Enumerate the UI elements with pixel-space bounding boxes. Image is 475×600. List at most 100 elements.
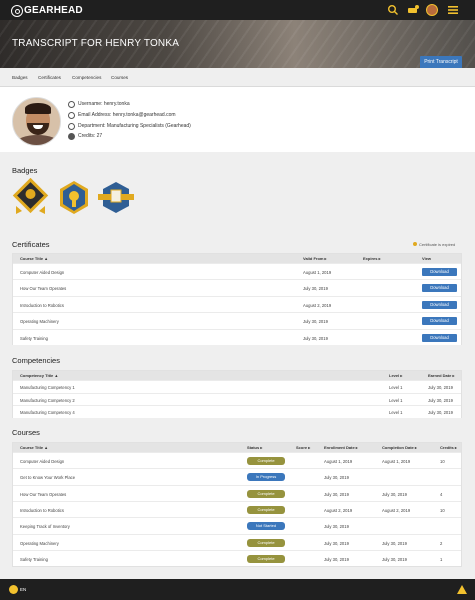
earned-date: July 30, 2019	[428, 410, 453, 416]
download-button[interactable]: Download	[422, 300, 457, 309]
courses-header: Course Title ▲ Status ▸ Score ▸ Enrollme…	[13, 443, 461, 452]
completion-date: July 30, 2019	[382, 540, 407, 546]
valid-from: August 2, 2019	[303, 302, 332, 308]
status-badge: Complete	[247, 489, 285, 498]
cart-icon[interactable]	[407, 4, 419, 16]
course-title: Get to Know Your Work Place	[20, 475, 76, 481]
completion-date: July 30, 2019	[382, 556, 407, 562]
status-badge: In Progress	[247, 473, 285, 482]
course-credits: 1	[440, 556, 443, 562]
avatar	[12, 97, 61, 146]
course-title: Operating Machinery	[20, 540, 59, 546]
download-button[interactable]: Download	[422, 333, 457, 342]
badge-bulb-icon[interactable]	[12, 178, 49, 214]
gearhead-logo[interactable]: GEARHEAD	[11, 4, 83, 17]
menu-icon[interactable]	[447, 4, 459, 16]
earned-date: July 30, 2019	[428, 385, 453, 390]
enrollment-date: July 30, 2019	[324, 556, 349, 562]
transcript-hero-banner: TRANSCRIPT FOR HENRY TONKA Print Transcr…	[0, 20, 475, 68]
enrollment-date: July 30, 2019	[324, 475, 349, 481]
column-status[interactable]: Status ▸	[247, 445, 262, 450]
enrollment-date: July 30, 2019	[324, 491, 349, 497]
earned-date: July 30, 2019	[428, 397, 453, 403]
certificates-table: Course Title ▲ Valid From ▸ Expires ▸ Vi…	[12, 253, 462, 345]
status-badge: Not Started	[247, 522, 285, 531]
certificate-expired-note: Certificate is expired	[413, 242, 455, 247]
column-level[interactable]: Level ▸	[389, 373, 402, 378]
download-button[interactable]: Download	[422, 268, 457, 276]
status-badge: Complete	[247, 554, 285, 563]
course-title: Operating Machinery	[20, 319, 59, 325]
search-icon[interactable]	[387, 4, 399, 16]
column-completion-date[interactable]: Completion Date ▸	[382, 445, 417, 450]
table-row: Safety Training July 30, 2019 Download	[13, 328, 461, 345]
expired-icon	[413, 242, 417, 246]
department: Department: Manufacturing Specialists (G…	[78, 123, 191, 129]
footer-bar: EN	[0, 579, 475, 600]
completion-date: August 2, 2019	[382, 507, 411, 513]
email-icon	[68, 111, 75, 119]
column-expires[interactable]: Expires ▸	[363, 256, 381, 261]
column-earned-date[interactable]: Earned Date ▸	[428, 373, 454, 378]
competencies-table: Competency Title ▲ Level ▸ Earned Date ▸…	[12, 370, 462, 419]
table-row: Computer Aided Design August 1, 2019 Downl…	[13, 263, 461, 280]
tab-competencies[interactable]: Competencies	[72, 75, 101, 80]
brand-name: GEARHEAD	[24, 5, 83, 16]
competency-title: Manufacturing Competency 4	[20, 410, 75, 416]
course-title: Introduction to Robotics	[20, 302, 64, 308]
table-row: Manufacturing Competency 1 Level 1 July 30…	[13, 380, 461, 393]
tab-badges[interactable]: Badges	[12, 75, 28, 80]
course-title: Keeping Track of Inventory	[20, 524, 70, 530]
enrollment-date: August 1, 2019	[324, 459, 353, 464]
course-credits: 10	[440, 507, 445, 513]
warning-icon[interactable]	[457, 585, 467, 594]
competency-title: Manufacturing Competency 2	[20, 397, 75, 403]
username-row: Username: henry.tonka	[68, 100, 130, 108]
column-course-title[interactable]: Course Title ▲	[20, 256, 48, 261]
enrollment-date: August 2, 2019	[324, 507, 353, 513]
course-title: How Our Team Operates	[20, 286, 67, 292]
globe-icon[interactable]	[9, 585, 18, 594]
column-enrollment-date[interactable]: Enrollment Date ▸	[324, 445, 358, 450]
tab-courses[interactable]: Courses	[111, 75, 128, 80]
download-button[interactable]: Download	[422, 317, 457, 326]
table-row: Computer Aided Design Complete August 1, 2…	[13, 452, 461, 469]
language-selector[interactable]: EN	[20, 587, 26, 592]
top-navigation-bar: GEARHEAD	[0, 0, 475, 20]
badge-book-icon[interactable]	[98, 182, 134, 213]
table-row: Introduction to Robotics Complete August 2…	[13, 500, 461, 518]
column-course-title[interactable]: Course Title ▲	[20, 445, 48, 450]
print-transcript-button[interactable]: Print Transcript	[420, 56, 462, 68]
user-icon	[68, 100, 75, 108]
enrollment-date: July 30, 2019	[324, 540, 349, 546]
course-credits: 4	[440, 491, 443, 497]
column-competency-title[interactable]: Competency Title ▲	[20, 373, 58, 378]
courses-title: Courses	[12, 428, 40, 437]
valid-from: July 30, 2019	[303, 335, 328, 341]
table-row: Safety Training Complete July 30, 2019 July…	[13, 549, 461, 567]
user-avatar-icon[interactable]	[426, 4, 438, 16]
status-badge: Complete	[247, 457, 285, 465]
badges-list	[12, 178, 134, 214]
column-score[interactable]: Score ▸	[296, 445, 310, 450]
badge-ribbon-icon[interactable]	[60, 181, 88, 214]
download-button[interactable]: Download	[422, 284, 457, 293]
tab-certificates[interactable]: Certificates	[38, 75, 61, 80]
competency-level: Level 1	[389, 410, 403, 416]
status-badge: Complete	[247, 505, 285, 514]
username: Username: henry.tonka	[78, 101, 130, 107]
competency-level: Level 1	[389, 385, 403, 390]
credits: Credits: 27	[78, 133, 103, 139]
course-title: Safety Training	[20, 335, 48, 341]
table-row: Keeping Track of Inventory Not Started Jul…	[13, 517, 461, 534]
certificates-title: Certificates	[12, 240, 50, 249]
valid-from: August 1, 2019	[303, 270, 332, 275]
column-valid-from[interactable]: Valid From ▸	[303, 256, 327, 261]
table-row: Manufacturing Competency 2 Level 1 July 30…	[13, 392, 461, 406]
course-title: Computer Aided Design	[20, 270, 65, 275]
table-row: Operating Machinery July 30, 2019 Download	[13, 312, 461, 329]
competency-title: Manufacturing Competency 1	[20, 385, 75, 390]
completion-date: August 1, 2019	[382, 459, 411, 464]
department-row: Department: Manufacturing Specialists (G…	[68, 122, 191, 130]
column-credits[interactable]: Credits ▸	[440, 445, 457, 450]
